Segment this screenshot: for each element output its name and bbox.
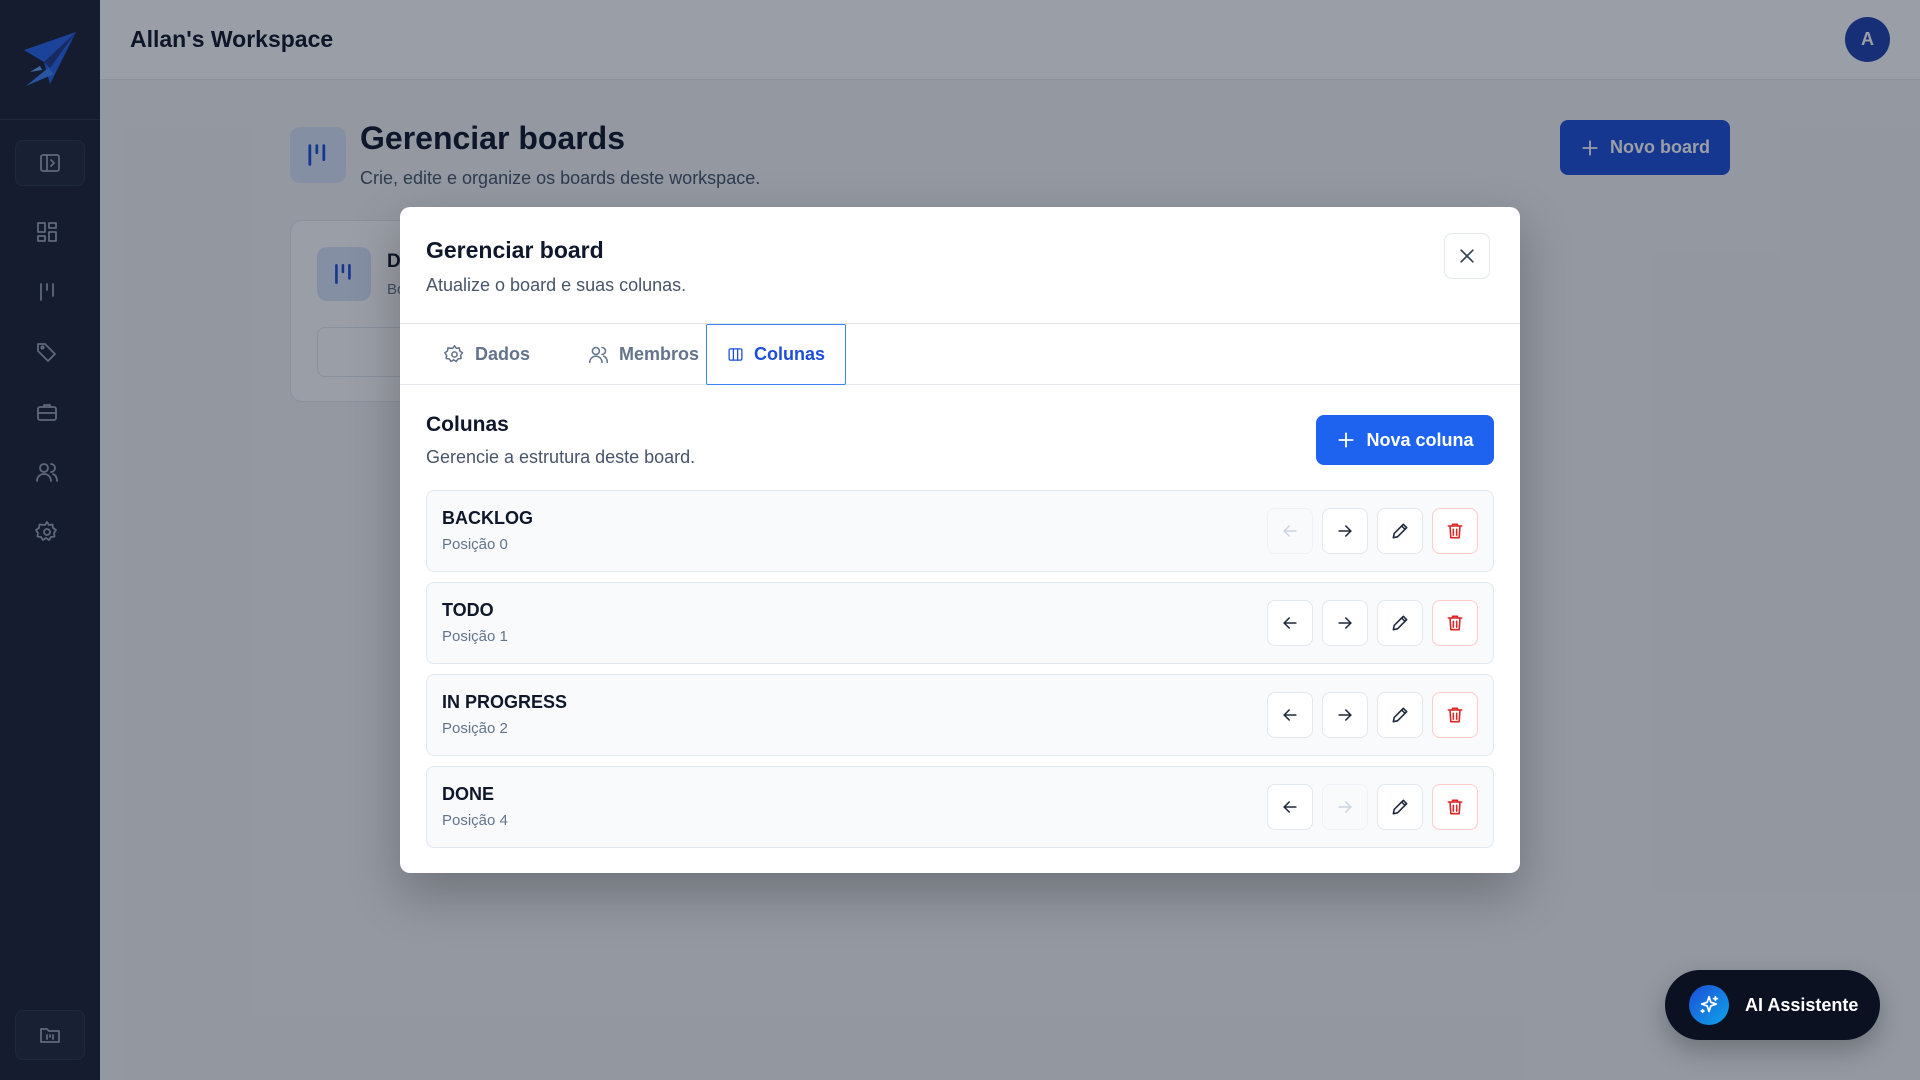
close-button[interactable] xyxy=(1444,233,1490,279)
arrow-right-icon xyxy=(1338,709,1352,721)
sparkles-icon xyxy=(1700,995,1719,1014)
move-left-button[interactable] xyxy=(1267,508,1313,554)
move-left-button[interactable] xyxy=(1267,784,1313,830)
trash-icon xyxy=(1447,523,1463,539)
arrow-left-icon xyxy=(1283,617,1297,629)
pencil-icon xyxy=(1392,799,1408,815)
dialog-subtitle: Atualize o board e suas colunas. xyxy=(426,275,687,295)
ai-assistant-button[interactable]: AI Assistente xyxy=(1665,970,1880,1040)
move-right-button[interactable] xyxy=(1322,692,1368,738)
column-row: BACKLOG Posição 0 xyxy=(426,490,1494,572)
column-name: DONE xyxy=(442,784,495,804)
edit-column-button[interactable] xyxy=(1377,508,1423,554)
pencil-icon xyxy=(1392,707,1408,723)
edit-column-button[interactable] xyxy=(1377,692,1423,738)
tab-label: Colunas xyxy=(753,344,825,364)
arrow-right-icon xyxy=(1338,525,1352,537)
new-column-label: Nova coluna xyxy=(1366,429,1474,450)
column-row: DONE Posição 4 xyxy=(426,766,1494,848)
move-right-button[interactable] xyxy=(1322,508,1368,554)
column-name: IN PROGRESS xyxy=(442,692,568,712)
move-left-button[interactable] xyxy=(1267,600,1313,646)
new-column-button[interactable]: Nova coluna xyxy=(1316,415,1494,465)
column-position: Posição 0 xyxy=(442,536,508,553)
column-position: Posição 2 xyxy=(442,720,508,737)
tab-label: Membros xyxy=(619,344,700,364)
move-right-button[interactable] xyxy=(1322,784,1368,830)
column-position: Posição 4 xyxy=(442,812,508,829)
column-name: BACKLOG xyxy=(442,508,533,528)
move-right-button[interactable] xyxy=(1322,600,1368,646)
tab-dados[interactable]: Dados xyxy=(424,324,550,385)
ai-icon-badge xyxy=(1689,985,1729,1025)
section-subtitle: Gerencie a estrutura deste board. xyxy=(426,447,696,467)
delete-column-button[interactable] xyxy=(1432,508,1478,554)
tab-label: Dados xyxy=(475,344,531,364)
trash-icon xyxy=(1447,615,1463,631)
edit-column-button[interactable] xyxy=(1377,600,1423,646)
trash-icon xyxy=(1447,707,1463,723)
column-name: TODO xyxy=(442,600,494,620)
pencil-icon xyxy=(1392,523,1408,539)
arrow-right-icon xyxy=(1338,801,1352,813)
edit-column-button[interactable] xyxy=(1377,784,1423,830)
delete-column-button[interactable] xyxy=(1432,600,1478,646)
delete-column-button[interactable] xyxy=(1432,692,1478,738)
users-icon xyxy=(588,346,609,364)
manage-board-dialog: Gerenciar board Atualize o board e suas … xyxy=(400,207,1520,873)
close-icon xyxy=(1460,249,1474,263)
arrow-left-icon xyxy=(1283,709,1297,721)
columns-icon xyxy=(728,348,743,361)
tab-colunas[interactable]: Colunas xyxy=(706,324,846,385)
delete-column-button[interactable] xyxy=(1432,784,1478,830)
plus-icon xyxy=(1338,432,1355,448)
arrow-right-icon xyxy=(1338,617,1352,629)
gear-icon xyxy=(444,344,464,363)
section-title: Colunas xyxy=(426,413,509,436)
column-row: IN PROGRESS Posição 2 xyxy=(426,674,1494,756)
arrow-left-icon xyxy=(1283,801,1297,813)
pencil-icon xyxy=(1392,615,1408,631)
column-row: TODO Posição 1 xyxy=(426,582,1494,664)
trash-icon xyxy=(1447,799,1463,815)
dialog-title: Gerenciar board xyxy=(426,237,604,263)
arrow-left-icon xyxy=(1283,525,1297,537)
tab-membros[interactable]: Membros xyxy=(568,324,719,385)
dialog-tabs: Dados Membros Colunas xyxy=(400,323,1520,385)
ai-assistant-label: AI Assistente xyxy=(1745,994,1859,1015)
column-position: Posição 1 xyxy=(442,628,508,645)
move-left-button[interactable] xyxy=(1267,692,1313,738)
